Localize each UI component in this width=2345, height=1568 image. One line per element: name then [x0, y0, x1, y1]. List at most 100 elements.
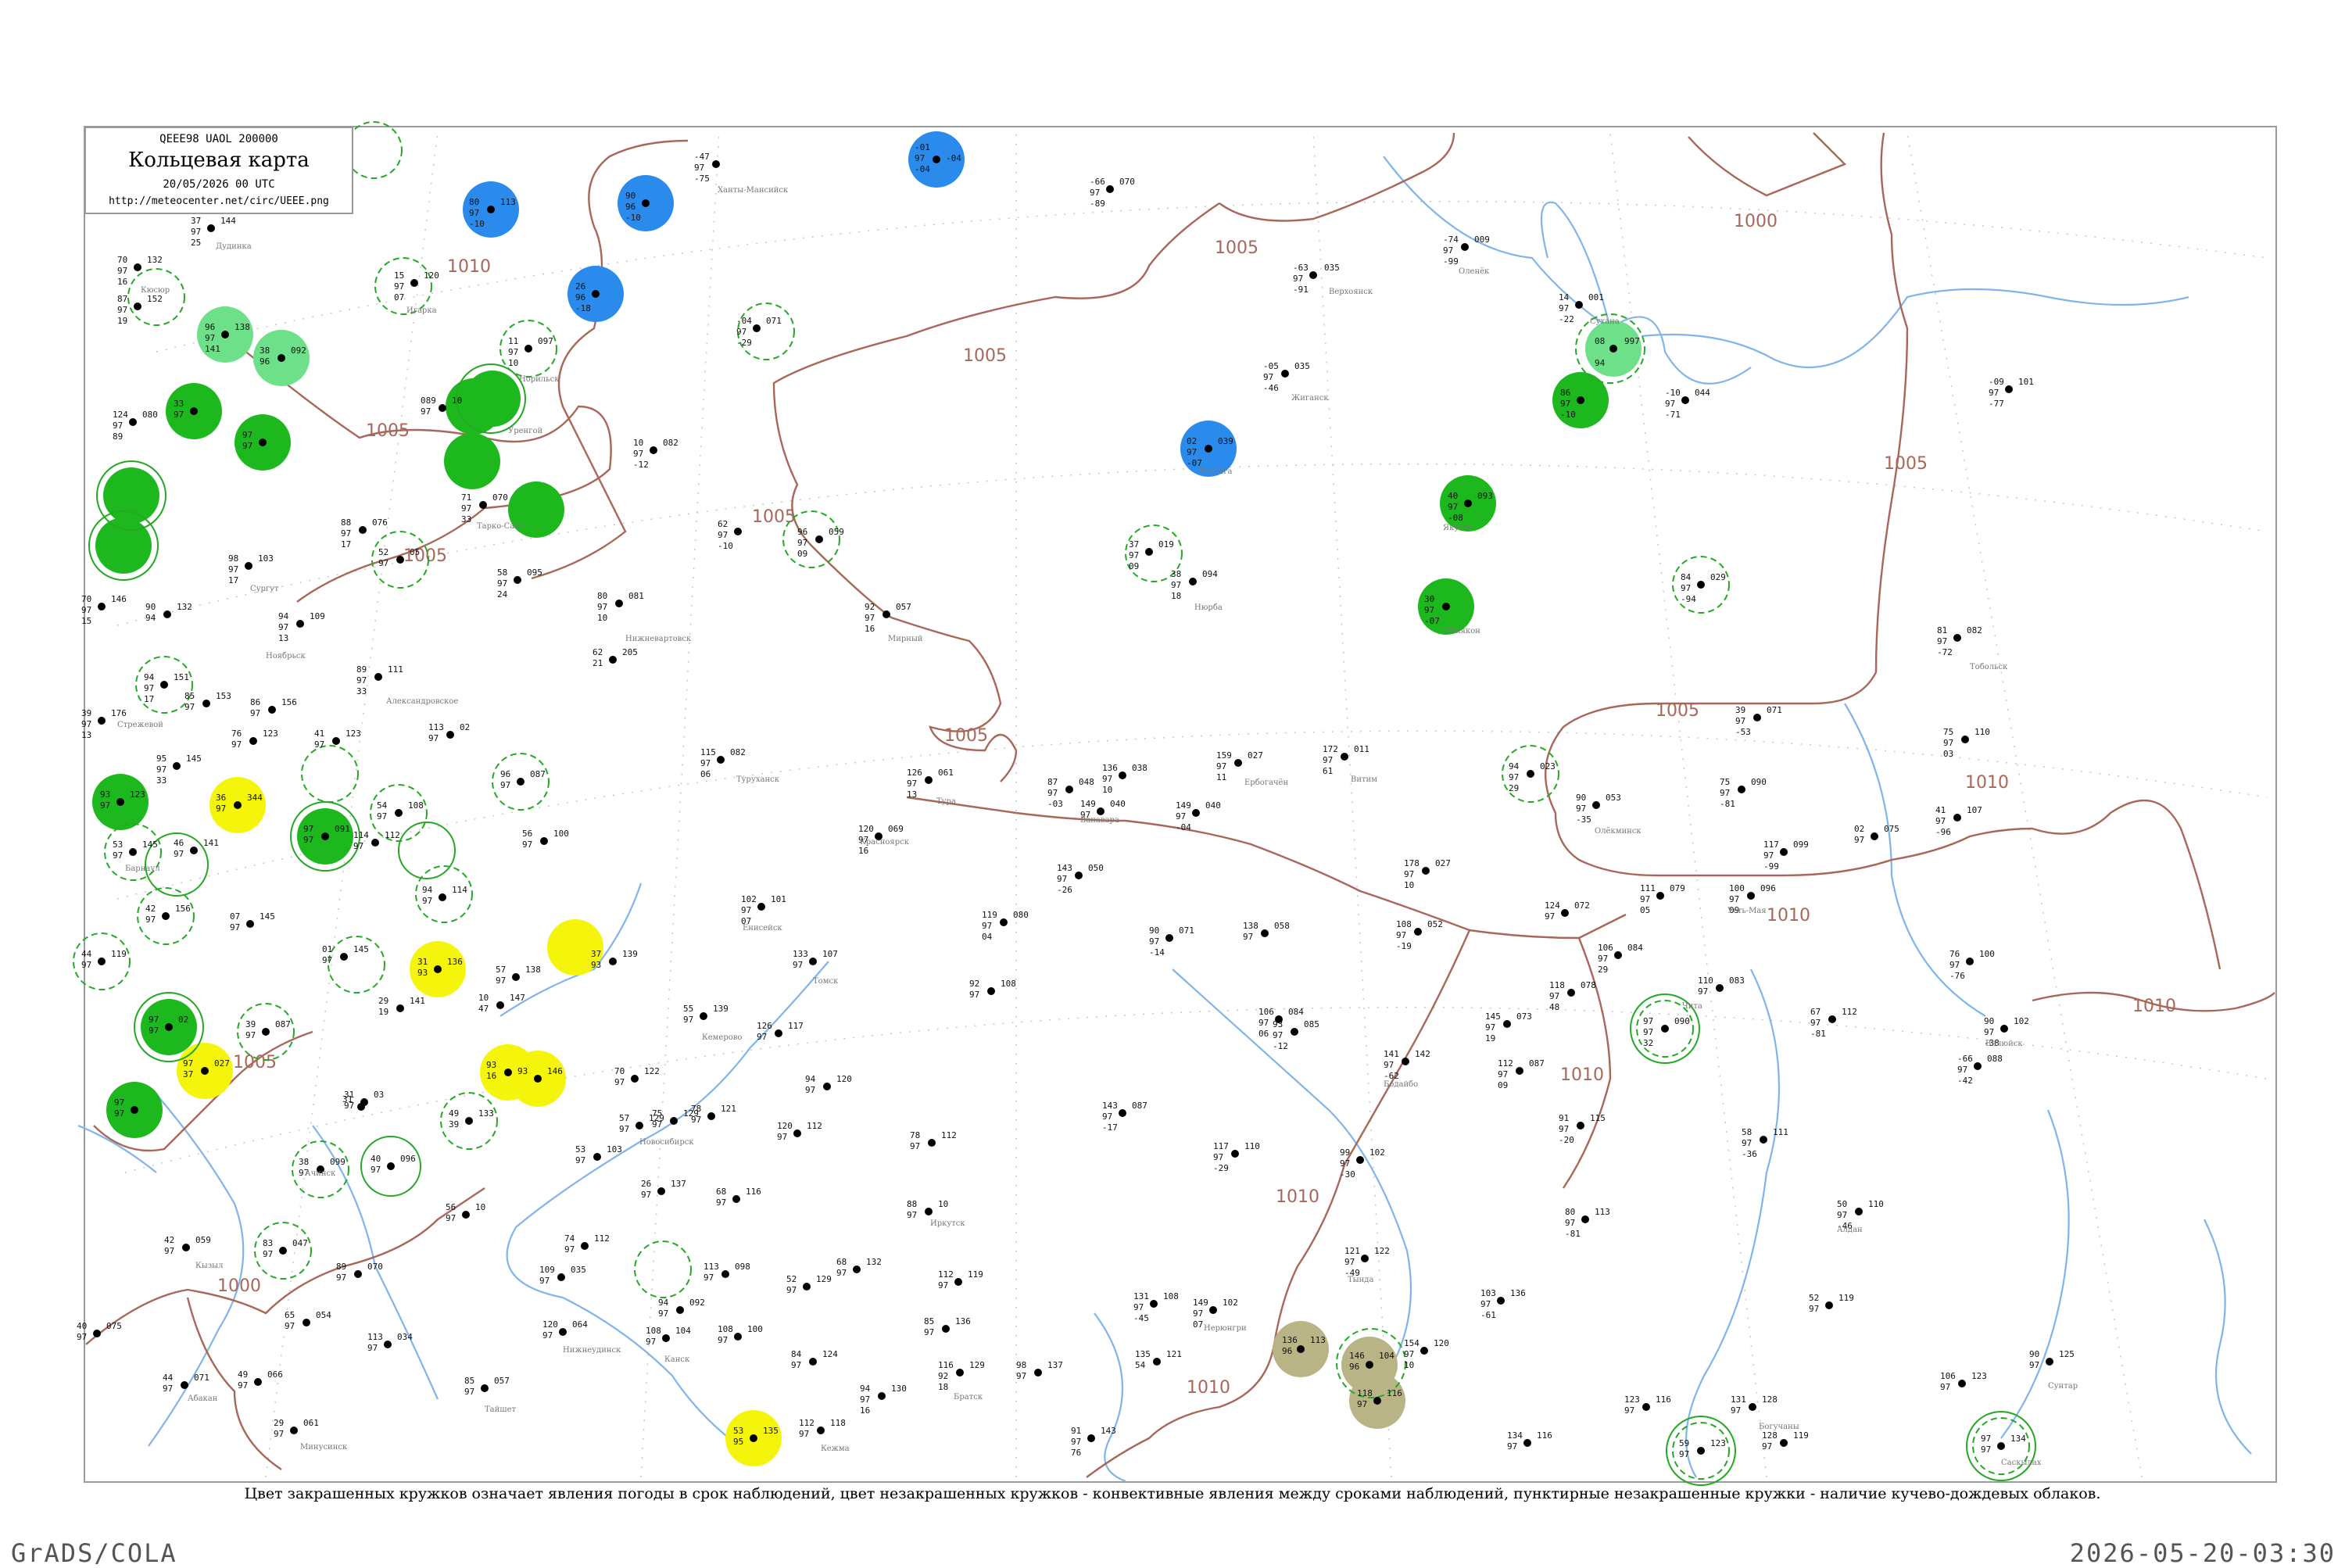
svg-text:97: 97 [700, 758, 711, 768]
isobar-label: 1005 [752, 507, 796, 527]
svg-text:94: 94 [860, 1384, 871, 1394]
svg-text:97: 97 [1480, 1299, 1491, 1309]
svg-text:97: 97 [741, 905, 751, 915]
svg-text:90: 90 [1149, 925, 1159, 936]
svg-text:-08: -08 [1448, 513, 1463, 523]
svg-text:29: 29 [378, 996, 388, 1006]
svg-text:10: 10 [1102, 785, 1112, 795]
svg-text:49: 49 [449, 1108, 459, 1119]
station-name: Тарко-Сале [477, 522, 524, 531]
svg-text:97: 97 [1989, 388, 1999, 398]
svg-text:97: 97 [907, 1210, 917, 1220]
svg-text:97: 97 [683, 1015, 693, 1025]
svg-text:027: 027 [214, 1058, 230, 1069]
svg-text:57: 57 [619, 1113, 629, 1123]
svg-text:88: 88 [341, 517, 351, 528]
svg-text:100: 100 [747, 1324, 763, 1334]
svg-text:04: 04 [982, 932, 993, 942]
svg-text:094: 094 [1202, 569, 1218, 579]
svg-text:40: 40 [371, 1154, 381, 1164]
svg-text:97: 97 [1047, 788, 1058, 798]
svg-text:113: 113 [1595, 1207, 1610, 1217]
station-name: Барнаул [125, 865, 160, 873]
svg-text:05: 05 [410, 547, 420, 557]
svg-text:90: 90 [145, 602, 156, 612]
svg-text:-12: -12 [633, 460, 649, 470]
svg-text:97: 97 [614, 1077, 625, 1087]
station-name: Ванавара [1080, 816, 1119, 825]
svg-text:87: 87 [117, 294, 127, 304]
svg-text:97: 97 [1698, 986, 1708, 997]
svg-text:39: 39 [449, 1119, 459, 1129]
svg-text:061: 061 [938, 768, 954, 778]
svg-text:038: 038 [1132, 763, 1147, 773]
svg-text:156: 156 [281, 697, 297, 707]
svg-text:18: 18 [1171, 591, 1181, 601]
svg-text:93: 93 [1273, 1019, 1283, 1029]
svg-text:108: 108 [646, 1326, 661, 1336]
svg-text:096: 096 [400, 1154, 416, 1164]
svg-text:079: 079 [1670, 883, 1685, 893]
svg-text:098: 098 [735, 1262, 750, 1272]
svg-text:-10: -10 [1560, 410, 1576, 420]
svg-text:147: 147 [510, 993, 525, 1003]
svg-text:97: 97 [1549, 991, 1559, 1001]
svg-text:39: 39 [245, 1019, 256, 1029]
svg-text:084: 084 [1288, 1007, 1304, 1017]
svg-text:145: 145 [186, 754, 202, 764]
svg-text:97: 97 [216, 804, 226, 814]
svg-text:111: 111 [1773, 1127, 1788, 1137]
svg-text:97: 97 [100, 800, 110, 811]
svg-text:-53: -53 [1735, 727, 1751, 737]
svg-text:41: 41 [314, 729, 324, 739]
svg-text:97: 97 [718, 530, 728, 540]
svg-text:96: 96 [1349, 1362, 1359, 1372]
svg-text:53: 53 [113, 839, 123, 850]
svg-text:40: 40 [77, 1321, 87, 1331]
svg-text:97: 97 [646, 1337, 656, 1347]
svg-text:57: 57 [496, 965, 506, 975]
svg-text:56: 56 [446, 1202, 456, 1212]
isobar-label: 1005 [1884, 454, 1928, 474]
svg-text:97: 97 [508, 347, 518, 357]
svg-text:97: 97 [497, 578, 507, 589]
map-url[interactable]: http://meteocenter.net/circ/UEEE.png [86, 195, 352, 207]
svg-text:057: 057 [896, 602, 911, 612]
svg-text:80: 80 [597, 591, 607, 601]
svg-text:70: 70 [614, 1066, 625, 1076]
svg-text:97: 97 [242, 441, 252, 451]
svg-text:16: 16 [486, 1071, 496, 1081]
svg-text:97: 97 [1545, 911, 1555, 922]
svg-text:76: 76 [231, 729, 242, 739]
svg-text:16: 16 [860, 1405, 870, 1416]
svg-text:97: 97 [114, 1108, 124, 1119]
svg-text:97: 97 [1731, 1405, 1741, 1416]
svg-text:112: 112 [594, 1233, 610, 1244]
svg-text:70: 70 [117, 255, 127, 265]
svg-text:001: 001 [1588, 292, 1604, 303]
svg-text:85: 85 [184, 691, 195, 701]
svg-text:89: 89 [113, 431, 123, 442]
svg-text:97: 97 [1809, 1304, 1819, 1314]
svg-text:03: 03 [374, 1090, 384, 1100]
svg-text:17: 17 [341, 539, 351, 550]
svg-text:128: 128 [1762, 1394, 1778, 1405]
station-circle-green [464, 371, 521, 427]
svg-text:116: 116 [1537, 1430, 1552, 1441]
svg-text:110: 110 [1244, 1141, 1260, 1151]
svg-text:80: 80 [1565, 1207, 1575, 1217]
svg-text:-75: -75 [694, 174, 710, 184]
svg-text:97: 97 [1396, 930, 1406, 940]
svg-text:97: 97 [1762, 1441, 1772, 1452]
svg-text:18: 18 [938, 1382, 948, 1392]
svg-text:93: 93 [100, 789, 110, 800]
svg-text:-04: -04 [915, 164, 930, 174]
svg-text:-91: -91 [1293, 285, 1309, 295]
svg-text:027: 027 [1248, 750, 1263, 761]
station-circle-green [103, 467, 159, 524]
svg-text:07: 07 [230, 911, 240, 922]
svg-text:93: 93 [417, 968, 428, 978]
svg-text:10: 10 [508, 358, 518, 368]
svg-text:103: 103 [1480, 1288, 1496, 1298]
svg-text:97: 97 [1176, 811, 1186, 822]
